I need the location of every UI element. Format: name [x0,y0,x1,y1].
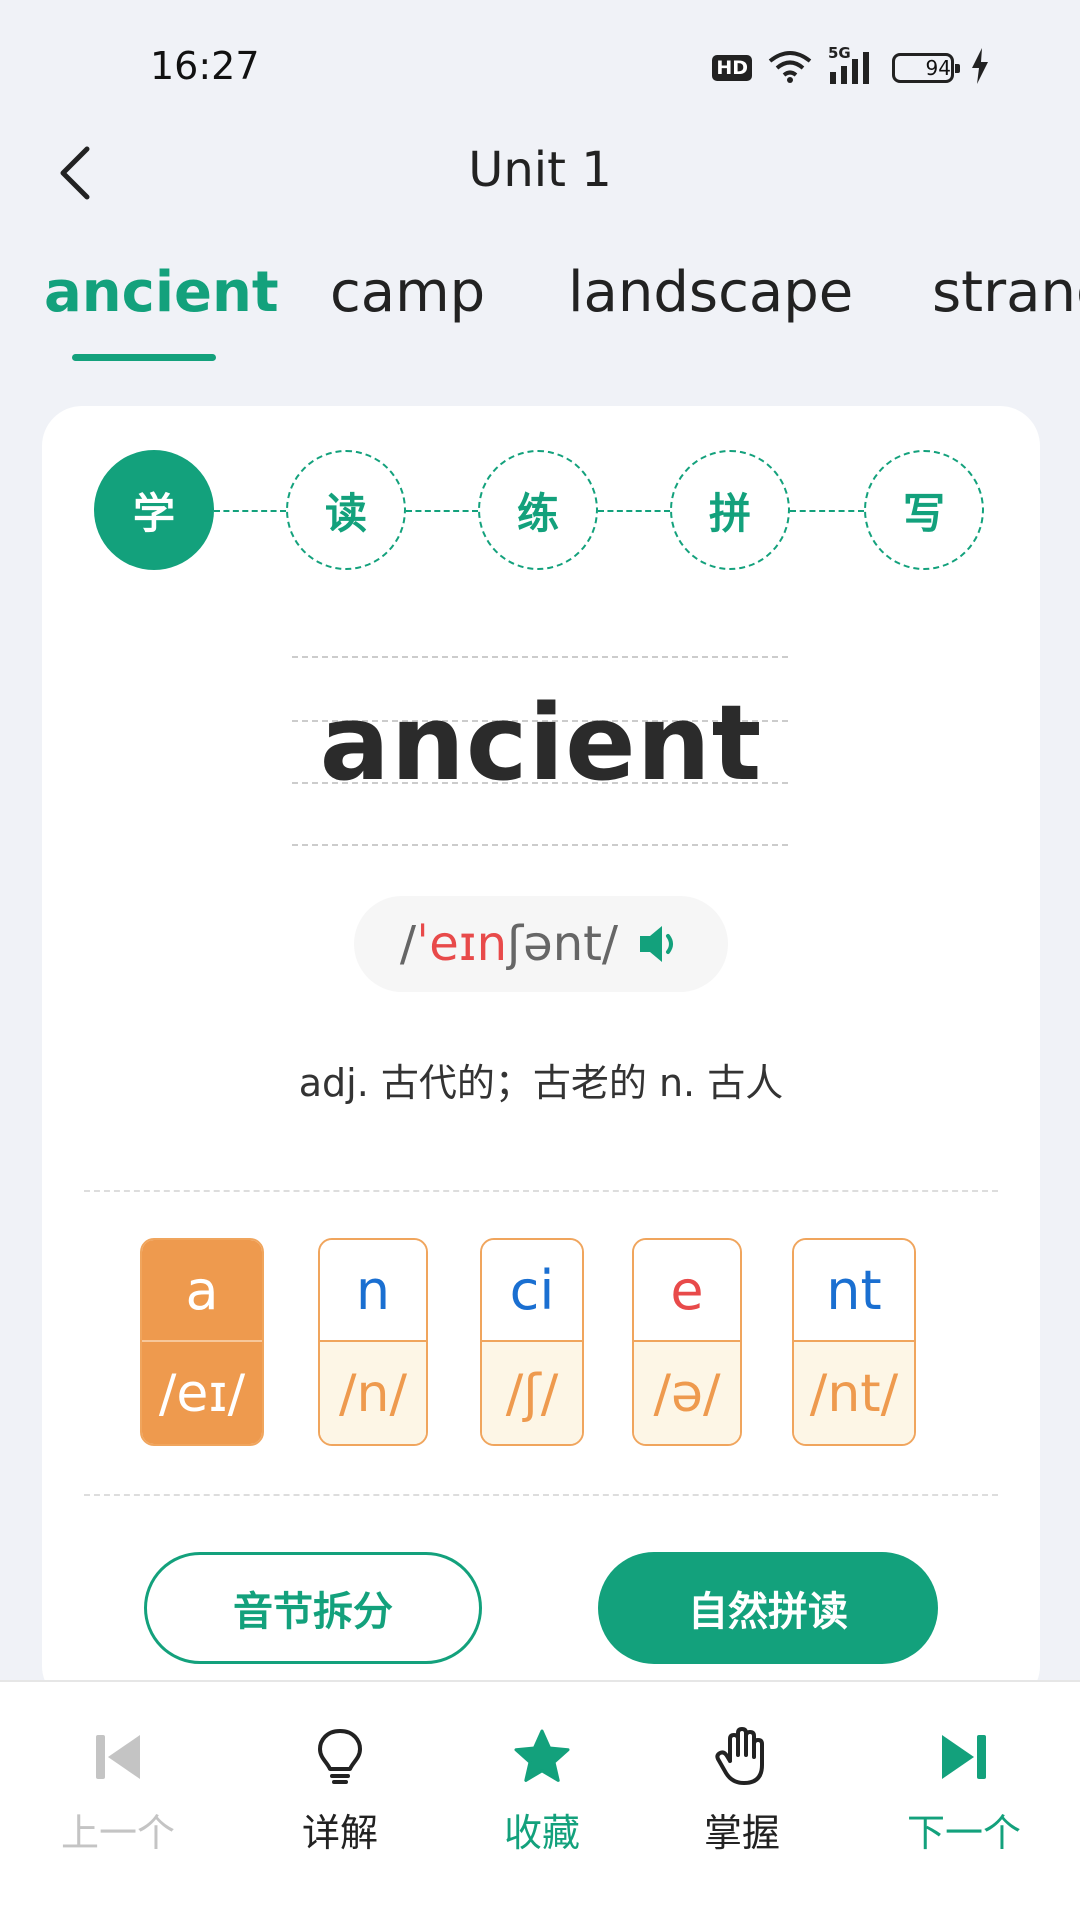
phonetic-stress: ˈeɪn [416,916,508,972]
syllable-ipa: /nt/ [794,1342,914,1444]
details-button[interactable]: 详解 [240,1722,440,1872]
learning-steps: 学 读 练 拼 写 [94,450,984,570]
nav-label: 收藏 [503,1811,580,1855]
syllable-nt[interactable]: nt /nt/ [792,1238,916,1446]
word-tabs: ancient camp landscape strange [0,260,1080,370]
syllable-split-button[interactable]: 音节拆分 [144,1552,482,1664]
nav-label: 下一个 [906,1811,1021,1855]
skip-next-icon [929,1722,999,1792]
word-definition: adj. 古代的；古老的 n. 古人 [298,1061,784,1105]
syllable-n[interactable]: n /n/ [318,1238,428,1446]
header: Unit 1 [0,120,1080,230]
status-icons: HD 5G 94 [712,44,990,88]
syllable-letters: a [142,1240,262,1342]
charging-icon [970,48,990,88]
tab-indicator [72,354,216,361]
step-read[interactable]: 读 [286,450,406,570]
natural-phonics-button[interactable]: 自然拼读 [598,1552,938,1664]
status-time: 16:27 [150,44,260,88]
nav-label: 上一个 [60,1811,175,1855]
divider [84,1190,998,1192]
speaker-icon[interactable] [636,922,682,966]
syllable-ci[interactable]: ci /ʃ/ [480,1238,584,1446]
step-practice[interactable]: 练 [478,450,598,570]
mastered-button[interactable]: 掌握 [642,1722,842,1872]
battery-icon: 94 [892,53,960,83]
next-button[interactable]: 下一个 [864,1722,1064,1872]
syllable-ipa: /ə/ [634,1342,740,1444]
tab-camp[interactable]: camp [330,260,485,325]
syllable-letters: nt [794,1240,914,1342]
syllable-ipa: /n/ [320,1342,426,1444]
word-card: 学 读 练 拼 写 ancient /ˈeɪnʃənt/ adj. 古代的；古老… [42,406,1040,1706]
syllable-letters: ci [482,1240,582,1342]
phonetic-text: /ˈeɪnʃənt/ [399,916,619,972]
syllable-a[interactable]: a /eɪ/ [140,1238,264,1446]
word-title: ancient [319,682,763,804]
syllable-letters: e [634,1240,740,1342]
favorite-button[interactable]: 收藏 [442,1722,642,1872]
previous-button[interactable]: 上一个 [18,1722,218,1872]
bottom-nav: 上一个 详解 收藏 掌握 下一个 [0,1680,1080,1922]
signal-icon: 5G [828,44,876,86]
hd-icon: HD [712,55,752,81]
status-bar: 16:27 HD 5G 94 [0,0,1080,110]
tab-strange[interactable]: strange [932,260,1080,325]
syllable-e[interactable]: e /ə/ [632,1238,742,1446]
hand-icon [707,1722,777,1792]
syllable-ipa: /eɪ/ [142,1342,262,1444]
divider [84,1494,998,1496]
step-write[interactable]: 写 [864,450,984,570]
syllable-letters: n [320,1240,426,1342]
lightbulb-icon [305,1722,375,1792]
step-learn[interactable]: 学 [94,450,214,570]
nav-label: 详解 [301,1811,378,1855]
step-spell[interactable]: 拼 [670,450,790,570]
phonetic-pill[interactable]: /ˈeɪnʃənt/ [354,896,728,992]
syllable-ipa: /ʃ/ [482,1342,582,1444]
tab-ancient[interactable]: ancient [44,260,279,325]
star-icon [507,1722,577,1792]
nav-label: 掌握 [703,1811,780,1855]
tab-landscape[interactable]: landscape [568,260,853,325]
skip-previous-icon [83,1722,153,1792]
page-title: Unit 1 [468,142,612,198]
wifi-icon [768,49,812,87]
